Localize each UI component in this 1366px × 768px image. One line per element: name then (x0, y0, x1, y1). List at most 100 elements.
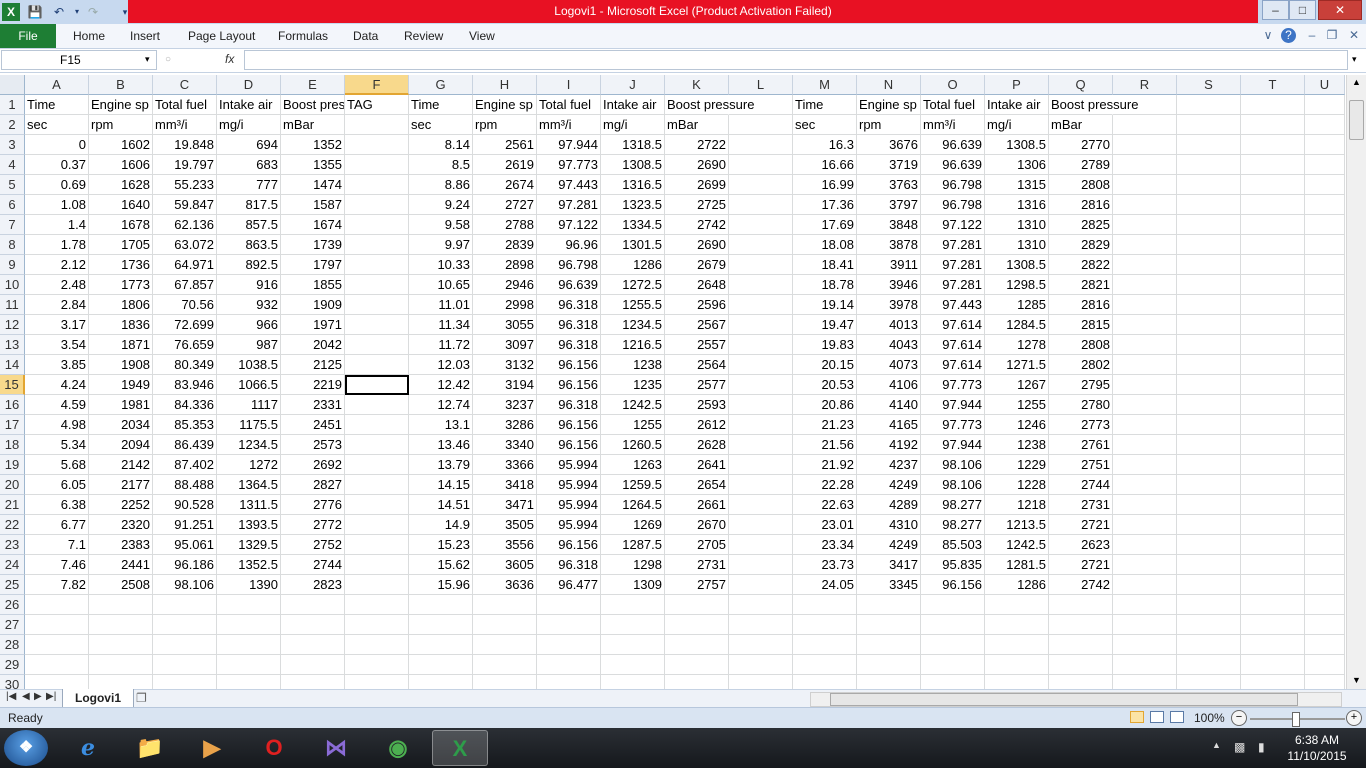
grid-cell[interactable] (1177, 635, 1241, 655)
grid-cell[interactable] (345, 195, 409, 215)
minimize-ribbon-icon[interactable]: ∨ (1260, 28, 1276, 42)
grid-cell[interactable] (1177, 335, 1241, 355)
grid-cell[interactable]: 3055 (473, 315, 537, 335)
grid-cell[interactable] (1177, 475, 1241, 495)
grid-cell[interactable]: 12.42 (409, 375, 473, 395)
grid-cell[interactable]: 64.971 (153, 255, 217, 275)
grid-cell[interactable] (665, 615, 729, 635)
grid-cell[interactable] (665, 595, 729, 615)
grid-cell[interactable]: 19.47 (793, 315, 857, 335)
opera-icon[interactable]: O (246, 730, 302, 766)
grid-cell[interactable]: 98.277 (921, 515, 985, 535)
grid-cell[interactable]: 5.34 (25, 435, 89, 455)
grid-cell[interactable] (1305, 175, 1345, 195)
grid-cell[interactable]: 15.23 (409, 535, 473, 555)
grid-cell[interactable] (1241, 615, 1305, 635)
grid-cell[interactable]: 1310 (985, 215, 1049, 235)
grid-cell[interactable] (1241, 435, 1305, 455)
grid-cell[interactable]: 2731 (665, 555, 729, 575)
excel-app-icon[interactable]: X (2, 3, 20, 21)
grid-cell[interactable] (1241, 215, 1305, 235)
grid-cell[interactable]: 3417 (857, 555, 921, 575)
grid-cell[interactable]: 3132 (473, 355, 537, 375)
column-header-q[interactable]: Q (1049, 75, 1113, 95)
grid-cell[interactable]: 90.528 (153, 495, 217, 515)
grid-cell[interactable] (921, 615, 985, 635)
grid-cell[interactable] (729, 235, 793, 255)
column-header-b[interactable]: B (89, 75, 153, 95)
grid-cell[interactable]: 96.318 (537, 295, 601, 315)
grid-cell[interactable]: 1334.5 (601, 215, 665, 235)
grid-cell[interactable] (1113, 115, 1177, 135)
grid-cell[interactable]: 97.122 (921, 215, 985, 235)
grid-cell[interactable]: 2772 (281, 515, 345, 535)
grid-cell[interactable]: 0.37 (25, 155, 89, 175)
row-header[interactable]: 15 (0, 375, 25, 395)
grid-cell[interactable]: 777 (217, 175, 281, 195)
grid-cell[interactable]: 3.85 (25, 355, 89, 375)
grid-cell[interactable]: 12.03 (409, 355, 473, 375)
grid-cell[interactable]: 1628 (89, 175, 153, 195)
grid-cell[interactable]: 12.74 (409, 395, 473, 415)
grid-cell[interactable]: mm³/i (921, 115, 985, 135)
grid-cell[interactable] (1177, 315, 1241, 335)
page-layout-view-button[interactable] (1150, 711, 1164, 723)
grid-cell[interactable]: 1298.5 (985, 275, 1049, 295)
grid-cell[interactable] (793, 655, 857, 675)
grid-cell[interactable]: Time (409, 95, 473, 115)
grid-cell[interactable]: 95.061 (153, 535, 217, 555)
grid-cell[interactable]: 2661 (665, 495, 729, 515)
grid-cell[interactable] (1177, 295, 1241, 315)
grid-cell[interactable]: 2674 (473, 175, 537, 195)
grid-cell[interactable] (793, 595, 857, 615)
grid-cell[interactable]: sec (793, 115, 857, 135)
grid-cell[interactable]: 2679 (665, 255, 729, 275)
grid-cell[interactable] (1113, 175, 1177, 195)
grid-cell[interactable]: 1773 (89, 275, 153, 295)
grid-cell[interactable] (217, 615, 281, 635)
grid-cell[interactable] (729, 355, 793, 375)
grid-cell[interactable]: 1316 (985, 195, 1049, 215)
grid-cell[interactable] (345, 355, 409, 375)
grid-cell[interactable]: 97.281 (921, 275, 985, 295)
grid-cell[interactable] (1113, 335, 1177, 355)
grid-cell[interactable] (1177, 355, 1241, 375)
grid-cell[interactable] (857, 655, 921, 675)
grid-cell[interactable]: 1981 (89, 395, 153, 415)
name-box-dropdown-icon[interactable]: ▾ (145, 54, 150, 65)
grid-cell[interactable]: 1286 (601, 255, 665, 275)
column-header-n[interactable]: N (857, 75, 921, 95)
grid-cell[interactable]: 2821 (1049, 275, 1113, 295)
grid-cell[interactable]: 1213.5 (985, 515, 1049, 535)
grid-cell[interactable]: 1242.5 (985, 535, 1049, 555)
grid-cell[interactable]: 1949 (89, 375, 153, 395)
grid-cell[interactable]: 2593 (665, 395, 729, 415)
grid-cell[interactable]: 3471 (473, 495, 537, 515)
grid-cell[interactable] (1113, 455, 1177, 475)
grid-cell[interactable] (1113, 555, 1177, 575)
grid-cell[interactable]: 1175.5 (217, 415, 281, 435)
grid-cell[interactable]: 1246 (985, 415, 1049, 435)
grid-cell[interactable] (153, 655, 217, 675)
grid-cell[interactable]: 3978 (857, 295, 921, 315)
grid-cell[interactable] (345, 475, 409, 495)
grid-cell[interactable] (89, 655, 153, 675)
grid-cell[interactable]: 9.58 (409, 215, 473, 235)
grid-cell[interactable]: 2742 (1049, 575, 1113, 595)
row-header[interactable]: 3 (0, 135, 25, 155)
grid-cell[interactable]: 23.01 (793, 515, 857, 535)
column-header-e[interactable]: E (281, 75, 345, 95)
grid-cell[interactable] (25, 595, 89, 615)
grid-cell[interactable] (1305, 475, 1345, 495)
grid-cell[interactable]: 2670 (665, 515, 729, 535)
grid-cell[interactable]: 3719 (857, 155, 921, 175)
grid-cell[interactable] (537, 635, 601, 655)
grid-cell[interactable]: 4013 (857, 315, 921, 335)
grid-cell[interactable] (729, 615, 793, 635)
grid-cell[interactable]: 1308.5 (985, 135, 1049, 155)
grid-cell[interactable] (281, 615, 345, 635)
grid-cell[interactable] (345, 335, 409, 355)
grid-cell[interactable]: 97.122 (537, 215, 601, 235)
grid-cell[interactable]: 1260.5 (601, 435, 665, 455)
grid-cell[interactable]: 18.78 (793, 275, 857, 295)
